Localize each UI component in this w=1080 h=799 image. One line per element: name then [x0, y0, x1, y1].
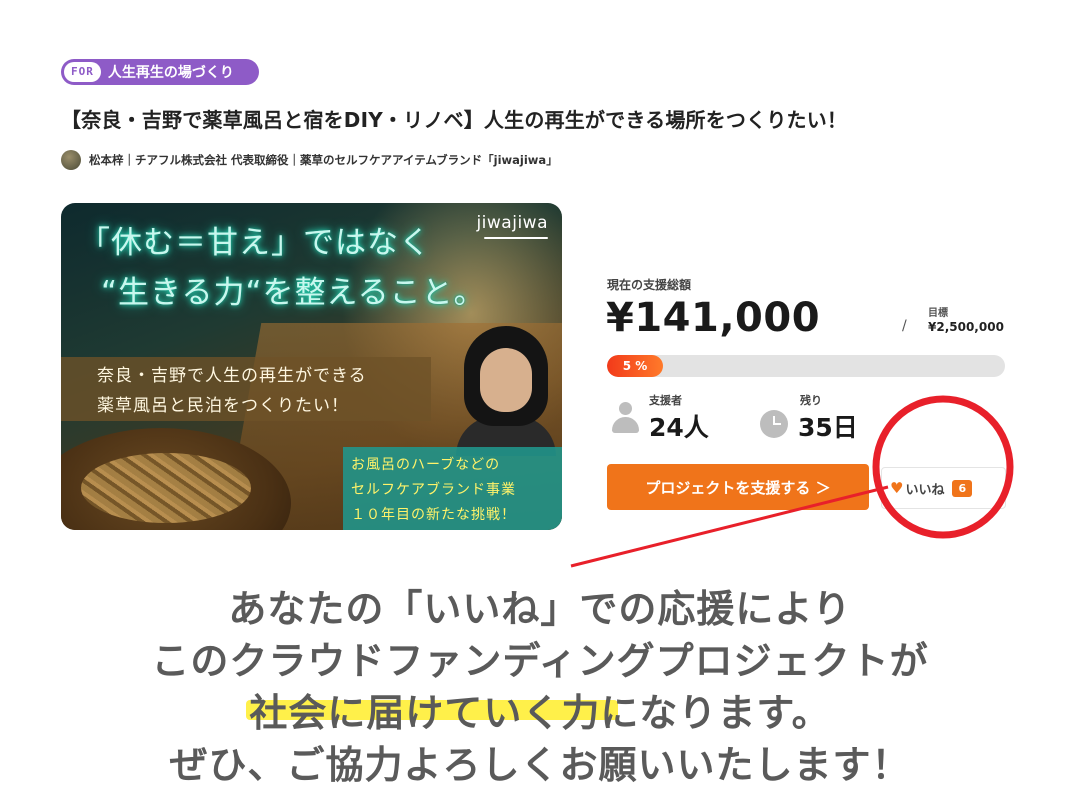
hero-person-photo: [456, 326, 556, 456]
like-count-badge: 6: [952, 479, 973, 497]
progress-percent: 5 %: [622, 359, 648, 373]
remaining-days: 35日: [798, 413, 858, 442]
person-icon: [611, 402, 639, 438]
funding-progress-bar: 5 %: [607, 355, 1005, 377]
for-badge: FOR: [64, 62, 101, 82]
brand-logo: jiwajiwa: [476, 213, 548, 233]
supporters-count: 24人: [649, 413, 709, 442]
caption-line-2: このクラウドファンディングプロジェクトが: [151, 639, 929, 683]
supporters-label: 支援者: [649, 394, 682, 407]
hero-note-line-1: お風呂のハーブなどの: [351, 457, 501, 473]
caption-line-3: 社会に届けていく力になります。: [249, 691, 831, 735]
goal-amount: ¥2,500,000: [928, 320, 1004, 334]
support-project-button[interactable]: プロジェクトを支援する ＞: [607, 464, 869, 510]
caption-line-1: あなたの「いいね」での応援により: [228, 587, 852, 631]
hero-band-line-1: 奈良・吉野で人生の再生ができる: [97, 366, 367, 386]
hero-band-line-2: 薬草風呂と民泊をつくりたい！: [97, 396, 349, 416]
like-label: いいね: [905, 482, 945, 498]
author-row[interactable]: 松本梓｜チアフル株式会社 代表取締役｜薬草のセルフケアアイテムブランド「jiwa…: [61, 149, 558, 171]
caption-line-4: ぜひ、ご協力よろしくお願いいたします！: [169, 743, 911, 787]
project-hero-image: jiwajiwa 「休む＝甘え」ではなく “生きる力“を整えること。 奈良・吉野…: [61, 203, 562, 530]
hero-note-line-2: セルフケアブランド事業: [351, 482, 516, 498]
total-support-label: 現在の支援総額: [607, 278, 692, 292]
heart-icon: ♥: [890, 479, 904, 497]
clock-icon: [760, 410, 788, 438]
project-category-tag[interactable]: FOR 人生再生の場づくり: [61, 59, 259, 85]
hero-herbs: [81, 453, 251, 523]
supporters-stat: 支援者 24人: [609, 392, 739, 442]
avatar: [61, 150, 81, 170]
total-support-amount: ¥141,000: [606, 295, 821, 341]
hero-note-line-3: １０年目の新たな挑戦！: [351, 507, 516, 523]
like-button[interactable]: ♥ いいね 6: [881, 467, 1006, 509]
remaining-label: 残り: [800, 394, 822, 407]
goal-separator: /: [902, 318, 907, 334]
project-title: 【奈良・吉野で薬草風呂と宿をDIY・リノベ】人生の再生ができる場所をつくりたい！: [61, 108, 848, 132]
hero-headline-2: “生きる力“を整えること。: [101, 275, 486, 311]
brand-logo-underline: [484, 237, 548, 239]
author-name: 松本梓｜チアフル株式会社 代表取締役｜薬草のセルフケアアイテムブランド「jiwa…: [89, 153, 558, 167]
remaining-days-stat: 残り 35日: [760, 392, 880, 442]
goal-label: 目標: [928, 308, 948, 319]
category-label: 人生再生の場づくり: [107, 65, 234, 81]
hero-headline-1: 「休む＝甘え」ではなく: [79, 225, 431, 261]
